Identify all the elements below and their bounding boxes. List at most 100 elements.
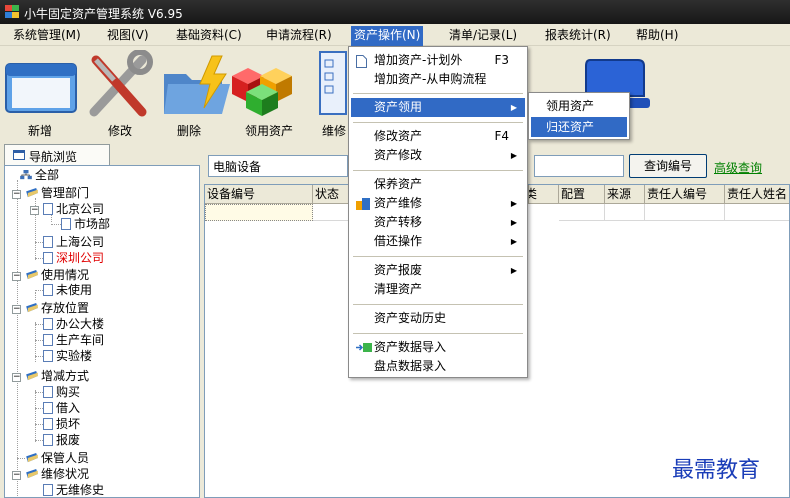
- menu-request-flow[interactable]: 申请流程(R): [263, 27, 335, 45]
- column-header[interactable]: 状态: [313, 185, 349, 204]
- submenu-arrow-icon: ▶: [510, 237, 517, 246]
- menu-item-borrow-return[interactable]: 借还操作 ▶: [351, 232, 525, 251]
- table-cell: [605, 204, 645, 221]
- asset-operation-menu: 增加资产-计划外 F3 增加资产-从申购流程 资产领用 ▶ 修改资产 F4 资产修改 ▶…: [348, 46, 528, 378]
- toolbar-delete-button[interactable]: 删除: [177, 122, 201, 139]
- tree-node-workshop[interactable]: 生产车间: [43, 334, 104, 348]
- menu-system[interactable]: 系统管理(M): [10, 27, 84, 45]
- submenu-item-use-asset[interactable]: 领用资产: [531, 96, 627, 116]
- tree-node-location[interactable]: 存放位置: [25, 302, 89, 316]
- submenu-arrow-icon: ▶: [510, 199, 517, 208]
- navigation-icon: [13, 150, 25, 160]
- menu-base-data[interactable]: 基础资料(C): [173, 27, 245, 45]
- column-header[interactable]: 来源: [605, 185, 645, 204]
- submenu-item-return-asset[interactable]: 归还资产: [531, 117, 627, 137]
- table-cell: [645, 204, 725, 221]
- menu-item-change-history[interactable]: 资产变动历史: [351, 309, 525, 328]
- category-select[interactable]: 电脑设备: [208, 155, 348, 177]
- query-button[interactable]: 查询编号: [629, 154, 707, 178]
- table-row[interactable]: [205, 204, 313, 221]
- tree-node-shanghai[interactable]: 上海公司: [43, 236, 104, 250]
- table-cell: [725, 204, 789, 221]
- menu-view[interactable]: 视图(V): [104, 27, 152, 45]
- menu-item-add-from-request[interactable]: 增加资产-从申购流程: [351, 70, 525, 89]
- toolbar-new-button[interactable]: 新增: [28, 122, 52, 139]
- doc-icon: [43, 318, 53, 330]
- repair-icon: [356, 198, 370, 210]
- app-logo-icon: [5, 5, 19, 18]
- tree-node-custodian[interactable]: 保管人员: [25, 452, 89, 466]
- folder-icon: [26, 469, 38, 479]
- tree-node-beijing[interactable]: 北京公司: [43, 203, 104, 217]
- tab-navigation-label: 导航浏览: [29, 150, 78, 164]
- menu-report[interactable]: 报表统计(R): [542, 27, 614, 45]
- folder-icon: [26, 371, 38, 381]
- menu-item-clean-asset[interactable]: 清理资产: [351, 280, 525, 299]
- expander-icon[interactable]: −: [12, 471, 21, 480]
- menu-item-asset-use[interactable]: 资产领用 ▶: [351, 98, 525, 117]
- column-header[interactable]: 设备编号: [205, 185, 313, 204]
- menu-item-modify-asset[interactable]: 修改资产 F4: [351, 127, 525, 146]
- doc-icon: [43, 418, 53, 430]
- expander-icon[interactable]: −: [12, 305, 21, 314]
- table-cell: [559, 204, 605, 221]
- menu-item-asset-repair[interactable]: 资产维修 ▶: [351, 194, 525, 213]
- tree-node-change-method[interactable]: 增减方式: [25, 370, 89, 384]
- tree-node-borrow-in[interactable]: 借入: [43, 402, 80, 416]
- menu-help[interactable]: 帮助(H): [633, 27, 681, 45]
- expander-icon[interactable]: −: [12, 373, 21, 382]
- toolbar-edit-button[interactable]: 修改: [108, 122, 132, 139]
- network-icon: [20, 170, 32, 180]
- column-header[interactable]: 责任人编号: [645, 185, 725, 204]
- doc-icon: [61, 218, 71, 230]
- submenu-arrow-icon: ▶: [510, 151, 517, 160]
- menu-item-asset-modify[interactable]: 资产修改 ▶: [351, 146, 525, 165]
- tree-node-scrapped[interactable]: 报废: [43, 434, 80, 448]
- doc-icon: [43, 203, 53, 215]
- doc-icon: [43, 386, 53, 398]
- column-header[interactable]: 责任人姓名: [725, 185, 789, 204]
- tree-node-purchase[interactable]: 购买: [43, 386, 80, 400]
- expander-icon[interactable]: −: [30, 206, 39, 215]
- folder-icon: [26, 453, 38, 463]
- window-icon[interactable]: [4, 58, 82, 121]
- expander-icon[interactable]: −: [12, 190, 21, 199]
- doc-icon: [43, 484, 53, 496]
- menu-item-data-import[interactable]: 资产数据导入: [351, 338, 525, 357]
- tree-node-no-repair-history[interactable]: 无维修史: [43, 484, 104, 497]
- toolbar-use-asset-button[interactable]: 领用资产: [245, 122, 293, 139]
- menu-list-record[interactable]: 清单/记录(L): [446, 27, 520, 45]
- tree-node-repair-status[interactable]: 维修状况: [25, 468, 89, 482]
- tree-node-market-dept[interactable]: 市场部: [61, 218, 110, 232]
- search-input[interactable]: [534, 155, 624, 177]
- column-header[interactable]: 类: [529, 185, 559, 204]
- menu-item-maintain-asset[interactable]: 保养资产: [351, 175, 525, 194]
- tree-node-office-building[interactable]: 办公大楼: [43, 318, 104, 332]
- toolbar-repair-button[interactable]: 维修: [322, 122, 346, 139]
- cubes-icon[interactable]: [226, 58, 298, 121]
- menu-item-asset-scrap[interactable]: 资产报废 ▶: [351, 261, 525, 280]
- menu-asset-operation[interactable]: 资产操作(N): [351, 26, 424, 46]
- column-header[interactable]: 配置: [559, 185, 605, 204]
- tab-navigation[interactable]: 导航浏览: [4, 144, 110, 166]
- doc-icon: [43, 334, 53, 346]
- navigation-tree: 全部 − 管理部门 − 北京公司 市场部 上海公司 深圳公司 − 使用情况 未使…: [4, 165, 200, 498]
- tree-node-usage[interactable]: 使用情况: [25, 269, 89, 283]
- import-icon: [356, 343, 372, 352]
- expander-icon[interactable]: −: [12, 272, 21, 281]
- menu-item-asset-transfer[interactable]: 资产转移 ▶: [351, 213, 525, 232]
- doc-icon: [43, 402, 53, 414]
- tree-node-all[interactable]: 全部: [19, 169, 59, 183]
- tree-node-damaged[interactable]: 损坏: [43, 418, 80, 432]
- page-icon: [356, 55, 367, 68]
- document-icon[interactable]: [318, 48, 348, 121]
- tree-node-lab[interactable]: 实验楼: [43, 350, 92, 364]
- doc-icon: [43, 350, 53, 362]
- tree-node-shenzhen[interactable]: 深圳公司: [43, 252, 104, 266]
- tools-icon[interactable]: [84, 49, 154, 125]
- menu-item-add-unplanned[interactable]: 增加资产-计划外 F3: [351, 51, 525, 70]
- tree-node-unused[interactable]: 未使用: [43, 284, 92, 298]
- advanced-query-link[interactable]: 高级查询: [714, 159, 762, 176]
- tree-node-management-dept[interactable]: 管理部门: [25, 187, 89, 201]
- menu-item-inventory-entry[interactable]: 盘点数据录入: [351, 357, 525, 376]
